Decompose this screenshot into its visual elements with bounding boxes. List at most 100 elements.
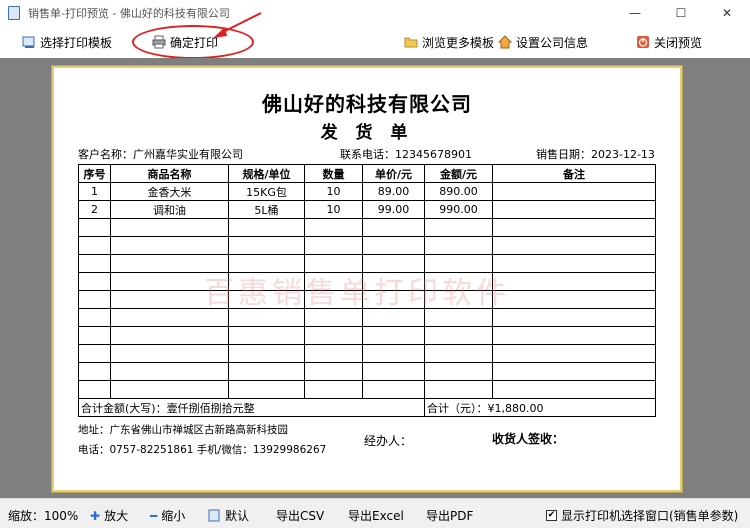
table-cell: [424, 308, 493, 327]
confirm-print-button[interactable]: 确定打印: [152, 32, 218, 52]
table-row-empty: [78, 254, 656, 273]
folder-icon: [404, 37, 418, 48]
table-cell: [492, 272, 656, 291]
table-cell: [362, 344, 425, 363]
table-cell: [304, 218, 363, 237]
table-cell: [492, 344, 656, 363]
table-cell: [304, 254, 363, 273]
minus-icon: ━: [150, 508, 158, 523]
table-cell: [424, 380, 493, 399]
table-cell: [110, 254, 229, 273]
handler-label: 经办人：: [364, 434, 413, 448]
table-cell: 10: [304, 200, 363, 219]
table-cell: [304, 290, 363, 309]
table-row-empty: [78, 344, 656, 363]
table-cell: 金香大米: [110, 182, 229, 201]
contact-phone: 联系电话：12345678901: [340, 148, 472, 161]
table-cell: [424, 272, 493, 291]
table-cell: [304, 308, 363, 327]
default-zoom-button[interactable]: 默认: [208, 507, 249, 524]
close-button[interactable]: ✕: [704, 0, 750, 26]
company-settings-button[interactable]: 设置公司信息: [498, 32, 588, 52]
confirm-print-label: 确定打印: [170, 35, 219, 50]
table-cell: 调和油: [110, 200, 229, 219]
browse-templates-label: 浏览更多模板: [422, 35, 495, 50]
table-cell: [228, 380, 305, 399]
preview-area[interactable]: 佛山好的科技有限公司 发 货 单 客户名称：广州嘉华实业有限公司 联系电话：12…: [0, 58, 750, 498]
document-title: 发 货 单: [320, 123, 414, 143]
choose-template-button[interactable]: 选择打印模板: [22, 32, 112, 52]
table-header: 序号 商品名称 规格/单位 数量 单价/元 金额/元 备注: [78, 164, 656, 183]
table-cell: [228, 308, 305, 327]
table-cell: [110, 272, 229, 291]
page-icon: [208, 509, 220, 522]
column-header: 规格/单位: [228, 164, 305, 183]
browse-templates-button[interactable]: 浏览更多模板: [404, 32, 494, 52]
table-cell: [424, 326, 493, 345]
total-row: 合计金额(大写)：壹仟捌佰捌拾元整 合计（元）：¥1,880.00: [78, 398, 656, 417]
show-printer-option[interactable]: ✔ 显示打印机选择窗口(销售单参数): [546, 507, 738, 524]
customer-name: 客户名称：广州嘉华实业有限公司: [78, 148, 243, 161]
table-cell: [78, 344, 111, 363]
printer-icon: [152, 35, 166, 49]
table-cell: [110, 236, 229, 255]
table-cell: 15KG包: [228, 182, 305, 201]
table-row-empty: [78, 326, 656, 345]
table-cell: [492, 380, 656, 399]
table-row: 1 金香大米 15KG包 10 89.00 890.00: [78, 182, 656, 201]
export-excel-button[interactable]: 导出Excel: [348, 507, 404, 524]
column-header: 序号: [78, 164, 111, 183]
company-address: 地址：广东省佛山市禅城区古新路高新科技园: [78, 424, 288, 436]
table-cell: [110, 290, 229, 309]
table-cell: [362, 218, 425, 237]
show-printer-label: 显示打印机选择窗口(销售单参数): [561, 509, 739, 523]
zoom-out-button[interactable]: ━ 缩小: [150, 507, 185, 524]
table-cell: [362, 272, 425, 291]
table-row: 2 调和油 5L桶 10 99.00 990.00: [78, 200, 656, 219]
column-header: 金额/元: [424, 164, 493, 183]
table-row-empty: [78, 272, 656, 291]
table-cell: [492, 326, 656, 345]
window-controls: — ☐ ✕: [612, 0, 750, 26]
table-cell: [304, 326, 363, 345]
company-contact: 电话：0757-82251861 手机/微信：13929986267: [78, 444, 327, 456]
column-header: 单价/元: [362, 164, 425, 183]
table-cell: [304, 344, 363, 363]
table-cell: 890.00: [424, 182, 493, 201]
column-header: 备注: [492, 164, 656, 183]
table-row-empty: [78, 362, 656, 381]
minimize-button[interactable]: —: [612, 0, 658, 26]
table-cell: 2: [78, 200, 111, 219]
receiver-label: 收货人签收：: [492, 432, 565, 446]
zoom-out-label: 缩小: [161, 509, 186, 523]
app-icon: [8, 6, 20, 20]
table-cell: [492, 254, 656, 273]
company-name: 佛山好的科技有限公司: [262, 92, 472, 116]
plus-icon: ✚: [90, 508, 101, 523]
table-cell: [110, 218, 229, 237]
table-cell: [492, 362, 656, 381]
table-cell: [78, 308, 111, 327]
zoom-in-button[interactable]: ✚ 放大: [90, 507, 128, 524]
table-cell: [110, 308, 229, 327]
power-icon: [637, 36, 649, 48]
table-cell: [424, 218, 493, 237]
close-preview-button[interactable]: 关闭预览: [636, 32, 702, 52]
table-cell: [362, 254, 425, 273]
table-cell: [228, 326, 305, 345]
table-cell: [304, 236, 363, 255]
export-csv-button[interactable]: 导出CSV: [276, 507, 324, 524]
default-zoom-label: 默认: [225, 509, 250, 523]
table-cell: [492, 200, 656, 219]
maximize-button[interactable]: ☐: [658, 0, 704, 26]
table-cell: [362, 326, 425, 345]
export-pdf-button[interactable]: 导出PDF: [426, 507, 473, 524]
table-cell: [424, 254, 493, 273]
table-cell: [362, 380, 425, 399]
show-printer-checkbox[interactable]: ✔: [546, 510, 557, 521]
table-cell: 89.00: [362, 182, 425, 201]
table-cell: [228, 362, 305, 381]
table-cell: [78, 272, 111, 291]
table-row-empty: [78, 218, 656, 237]
table-cell: [424, 290, 493, 309]
